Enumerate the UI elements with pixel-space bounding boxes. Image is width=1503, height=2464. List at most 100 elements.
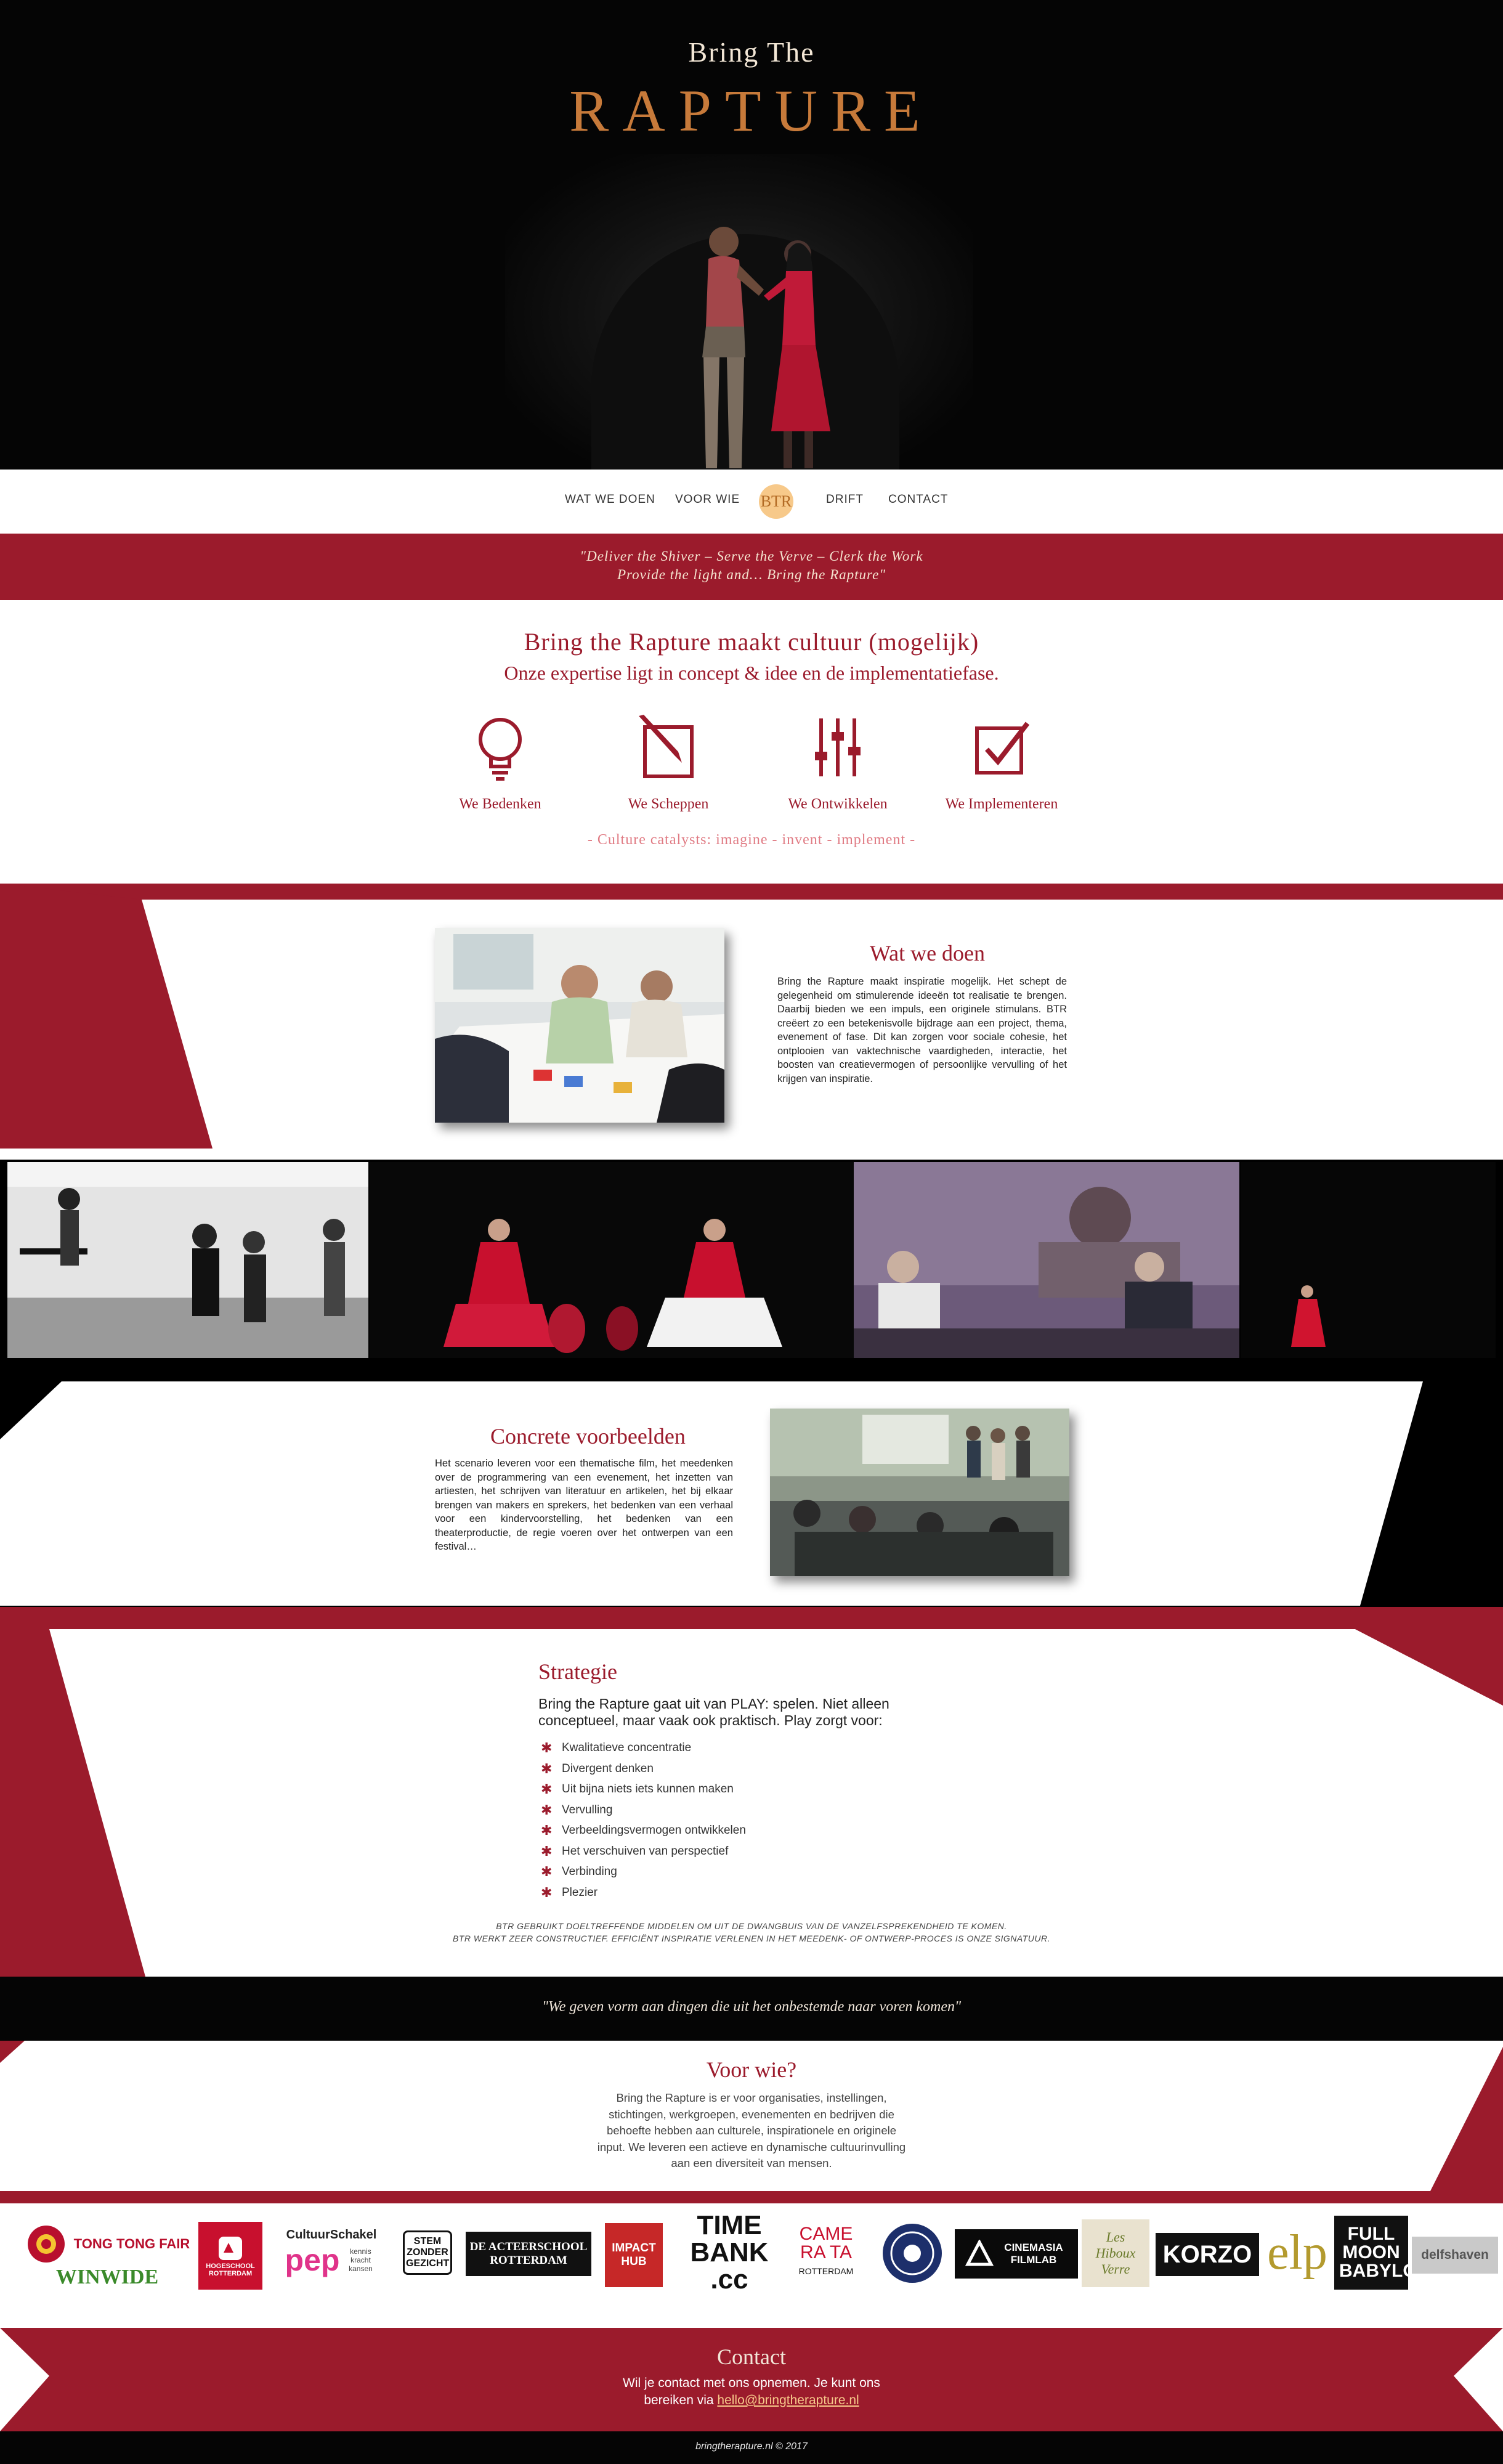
asterisk-icon: ✱ xyxy=(541,1802,553,1818)
footer-copyright: bringtherapture.nl © 2017 xyxy=(695,2441,808,2452)
culture-catalysts-tagline: - Culture catalysts: imagine - invent - … xyxy=(587,832,916,848)
logo-impact-hub[interactable]: IMPACT HUB xyxy=(605,2223,663,2287)
logo-roundel[interactable] xyxy=(878,2219,946,2287)
voor-wie-text: Bring the Rapture is er voor organisatie… xyxy=(597,2091,906,2169)
logo-les-hiboux-verre[interactable]: Les Hiboux Verre xyxy=(1082,2219,1149,2287)
list-item: ✱ Verbinding xyxy=(541,1864,617,1879)
list-item: ✱ Kwalitatieve concentratie xyxy=(541,1740,692,1755)
brand-title-small: Bring The xyxy=(688,36,815,68)
logo-hogeschool-rotterdam[interactable]: HOGESCHOOL ROTTERDAM xyxy=(198,2222,262,2290)
service-implementeren: We Implementeren xyxy=(928,715,1076,813)
main-navigation: WAT WE DOEN VOOR WIE BTR DRIFT CONTACT xyxy=(0,470,1503,534)
impact-hub-logo-text: IMPACT HUB xyxy=(612,2242,656,2268)
hiboux-logo-text: Les Hiboux Verre xyxy=(1095,2229,1136,2277)
nav-link-wat-we-doen[interactable]: WAT WE DOEN xyxy=(565,493,655,506)
wat-we-doen-band xyxy=(0,884,1503,1160)
list-item: ✱ Divergent denken xyxy=(541,1760,654,1776)
concrete-title: Concrete voorbeelden xyxy=(490,1424,686,1449)
quote-line-1: "Deliver the Shiver – Serve the Verve – … xyxy=(580,548,923,564)
contact-line-1: Wil je contact met ons opnemen. Je kunt … xyxy=(623,2376,880,2390)
asterisk-icon: ✱ xyxy=(541,1823,553,1838)
asterisk-icon: ✱ xyxy=(541,1781,553,1797)
korzo-logo-text: KORZO xyxy=(1162,2240,1252,2268)
logo-full-moon-babylon[interactable]: FULL MOON BABYLON xyxy=(1334,2216,1408,2290)
pep-subtitle: kennis kracht kansen xyxy=(349,2246,373,2273)
service-label: We Scheppen xyxy=(628,796,709,812)
service-ontwikkelen: We Ontwikkelen xyxy=(764,715,912,813)
contact-line-2-prefix: bereiken via xyxy=(644,2393,714,2407)
intro-title: Bring the Rapture maakt cultuur (mogelij… xyxy=(524,628,979,656)
logo-elp[interactable]: elp xyxy=(1266,2216,1328,2290)
checkbox-icon xyxy=(975,722,1030,775)
black-quote-text: "We geven vorm aan dingen die uit het on… xyxy=(541,1999,962,2015)
intro-subtitle: Onze expertise ligt in concept & idee en… xyxy=(504,662,999,684)
cinemasia-logo-text: CINEMASIA FILMLAB xyxy=(1004,2242,1063,2266)
service-label: We Ontwikkelen xyxy=(788,796,888,812)
strip-photo-flamenco xyxy=(370,1162,854,1358)
roundel-emblem-icon xyxy=(883,2224,942,2283)
strategie-intro: Bring the Rapture gaat uit van PLAY: spe… xyxy=(538,1696,889,1728)
strip-photo-rehearsal xyxy=(7,1162,368,1358)
winwide-logo-text: WINWIDE xyxy=(55,2266,159,2288)
contact-email-link[interactable]: hello@bringtherapture.nl xyxy=(717,2393,859,2407)
elp-logo-text: elp xyxy=(1267,2225,1327,2280)
service-label: We Implementeren xyxy=(945,796,1058,812)
logo-delfshaven[interactable]: delfshaven xyxy=(1412,2237,1498,2274)
sliders-icon xyxy=(815,718,861,776)
delfshaven-logo-text: delfshaven xyxy=(1421,2248,1489,2262)
pep-logo-text: pep xyxy=(285,2242,340,2277)
logo-cultuurschakel-pep[interactable]: CultuurSchakel pep kennis kracht kansen xyxy=(276,2216,387,2290)
asterisk-icon: ✱ xyxy=(541,1760,553,1776)
logo-acteerschool[interactable]: DE ACTEERSCHOOL ROTTERDAM xyxy=(466,2232,591,2276)
service-scheppen: We Scheppen xyxy=(594,715,742,813)
stem-logo-text: STEM ZONDER GEZICHT xyxy=(403,2230,452,2275)
service-label: We Bedenken xyxy=(459,796,541,812)
asterisk-icon: ✱ xyxy=(541,1843,553,1859)
lightbulb-icon xyxy=(479,718,522,781)
strip-photo-talkshow xyxy=(854,1162,1239,1358)
logo-cinemasia-filmlab[interactable]: CINEMASIA FILMLAB xyxy=(955,2229,1078,2279)
camerata-subtitle: ROTTERDAM xyxy=(798,2266,854,2276)
camerata-logo-text: CAME RA TA xyxy=(799,2224,853,2263)
full-moon-logo-text: FULL MOON BABYLON xyxy=(1339,2224,1408,2281)
logo-stem-zonder-gezicht[interactable]: STEM ZONDER GEZICHT xyxy=(402,2216,453,2290)
workshop-photo xyxy=(435,928,724,1123)
strategie-note-2: BTR WERKT ZEER CONSTRUCTIEF. EFFICIËNT I… xyxy=(453,1933,1050,1943)
asterisk-icon: ✱ xyxy=(541,1864,553,1879)
hero-dancers-image xyxy=(702,227,830,468)
list-item: ✱ Het verschuiven van perspectief xyxy=(541,1843,729,1859)
strategie-title: Strategie xyxy=(538,1659,617,1684)
quote-band: "Deliver the Shiver – Serve the Verve – … xyxy=(0,534,1503,600)
contact-title: Contact xyxy=(717,2344,786,2369)
cinemasia-emblem-icon xyxy=(965,2240,994,2266)
contact-band xyxy=(0,2308,1503,2431)
asterisk-icon: ✱ xyxy=(541,1884,553,1900)
nav-logo[interactable]: BTR xyxy=(759,484,793,519)
strategie-note-1: BTR GEBRUIKT DOELTREFFENDE MIDDELEN OM U… xyxy=(496,1921,1007,1931)
logo-tong-tong-winwide[interactable]: TONG TONG FAIR WINWIDE xyxy=(9,2216,206,2296)
nav-link-contact[interactable]: CONTACT xyxy=(888,493,948,506)
hogeschool-emblem-icon xyxy=(219,2237,242,2260)
nav-link-drift[interactable]: DRIFT xyxy=(826,493,864,506)
logo-korzo[interactable]: KORZO xyxy=(1156,2233,1259,2276)
hero-banner: Bring The RAPTURE xyxy=(0,0,1503,470)
footer: bringtherapture.nl © 2017 xyxy=(0,2431,1503,2464)
asterisk-icon: ✱ xyxy=(541,1740,553,1755)
voor-wie-title: Voor wie? xyxy=(706,2057,797,2082)
cultuurschakel-logo-text: CultuurSchakel xyxy=(286,2227,377,2242)
concrete-band xyxy=(0,1360,1503,1607)
black-quote-band: "We geven vorm aan dingen die uit het on… xyxy=(0,1977,1503,2041)
hogeschool-logo-text: HOGESCHOOL ROTTERDAM xyxy=(206,2263,255,2277)
list-item: ✱ Vervulling xyxy=(541,1802,613,1818)
logo-camerata[interactable]: CAME RA TA ROTTERDAM xyxy=(786,2216,866,2290)
nav-link-voor-wie[interactable]: VOOR WIE xyxy=(675,493,740,506)
logo-time-bank[interactable]: TIME BANK .cc xyxy=(680,2216,779,2290)
list-item: ✱ Plezier xyxy=(541,1884,598,1900)
quote-line-2: Provide the light and… Bring the Rapture… xyxy=(617,567,886,582)
wat-we-doen-text: Bring the Rapture maakt inspiratie mogel… xyxy=(777,976,1067,1084)
contact-line-2: bereiken via hello@bringtherapture.nl xyxy=(0,2393,1503,2408)
acteerschool-logo-text: DE ACTEERSCHOOL ROTTERDAM xyxy=(469,2240,588,2267)
brand-title-large: RAPTURE xyxy=(569,78,934,144)
strategie-list: ✱ Kwalitatieve concentratie ✱ Divergent de… xyxy=(538,1740,908,1906)
tong-tong-logo-text: TONG TONG FAIR xyxy=(73,2236,190,2251)
